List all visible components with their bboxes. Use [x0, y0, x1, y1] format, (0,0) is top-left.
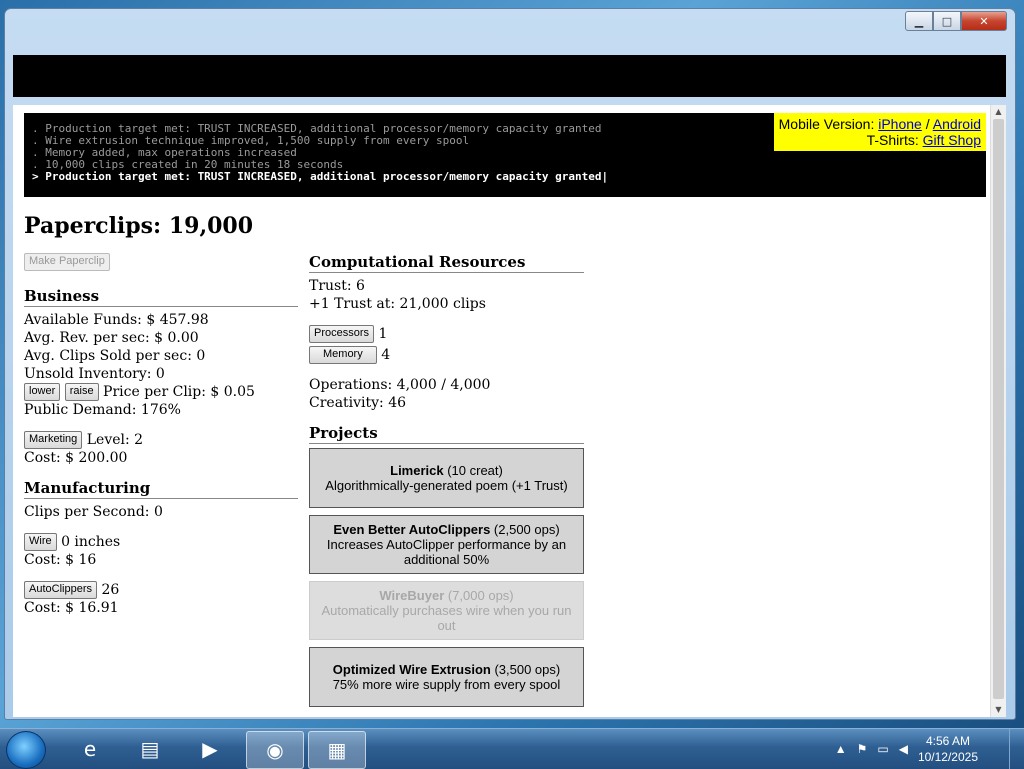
window-caption-buttons: ▁ □ ✕	[905, 11, 1007, 31]
avg-revenue: Avg. Rev. per sec: $ 0.00	[24, 330, 199, 346]
promo-separator: /	[925, 116, 930, 132]
project-name: WireBuyer	[379, 588, 445, 603]
action-center-icon[interactable]: ⚑	[857, 742, 868, 756]
start-button[interactable]	[6, 731, 46, 769]
public-demand: Public Demand: 176%	[24, 402, 181, 418]
taskbar: e ▤ ▶ ◉ ▦ ▲ ⚑ ▭ ◀ 4:56 AM 10/12/2025	[0, 728, 1024, 769]
volume-icon[interactable]: ◀	[899, 742, 908, 756]
browser-toolbar	[13, 55, 1006, 97]
wire-button[interactable]: Wire	[24, 533, 57, 551]
marketing-cost: Cost: $ 200.00	[24, 450, 128, 466]
business-header: Business	[24, 287, 298, 307]
wire-cost: Cost: $ 16	[24, 552, 97, 568]
creativity-value: Creativity: 46	[309, 395, 407, 411]
computational-header: Computational Resources	[309, 253, 584, 273]
promo-box: Mobile Version: iPhone / Android T-Shirt…	[774, 113, 986, 151]
file-explorer-icon[interactable]: ▤	[122, 731, 178, 767]
available-funds: Available Funds: $ 457.98	[24, 312, 209, 328]
lower-price-button[interactable]: lower	[24, 383, 61, 401]
project-cost: (7,000 ops)	[444, 588, 514, 603]
marketing-button[interactable]: Marketing	[24, 431, 83, 449]
unsold-inventory: Unsold Inventory: 0	[24, 366, 165, 382]
wire-amount: 0 inches	[61, 534, 121, 550]
clock-date: 10/12/2025	[917, 750, 978, 764]
tray-expand-icon[interactable]: ▲	[835, 742, 847, 756]
gift-shop-link[interactable]: Gift Shop	[923, 132, 981, 148]
show-desktop-button[interactable]	[1009, 729, 1024, 769]
autoclippers-button[interactable]: AutoClippers	[24, 581, 97, 599]
avg-clips-sold: Avg. Clips Sold per sec: 0	[24, 348, 206, 364]
browser-taskbar-icon[interactable]: ◉	[246, 731, 304, 769]
project-name: Even Better AutoClippers	[333, 522, 491, 537]
project-desc: Increases AutoClipper performance by an …	[326, 537, 567, 567]
vertical-scrollbar[interactable]: ▲ ▼	[990, 105, 1006, 717]
project-cost: (3,500 ops)	[490, 662, 561, 677]
android-link[interactable]: Android	[933, 116, 981, 132]
console-log: . Production target met: TRUST INCREASED…	[24, 113, 986, 197]
project-desc: Algorithmically-generated poem (+1 Trust…	[325, 478, 568, 493]
page-content: . Production target met: TRUST INCREASED…	[13, 105, 1006, 717]
system-tray: ▲ ⚑ ▭ ◀ 4:56 AM 10/12/2025	[835, 733, 978, 765]
project-even-better-autoclippers[interactable]: Even Better AutoClippers (2,500 ops) Inc…	[309, 515, 584, 574]
minimize-icon[interactable]: ▁	[905, 11, 933, 31]
autoclippers-cost: Cost: $ 16.91	[24, 600, 119, 616]
project-desc: 75% more wire supply from every spool	[332, 677, 561, 692]
project-limerick[interactable]: Limerick (10 creat) Algorithmically-gene…	[309, 448, 584, 508]
page-title: Paperclips: 19,000	[24, 213, 254, 239]
projects-header: Projects	[309, 424, 584, 444]
scroll-down-icon[interactable]: ▼	[991, 703, 1006, 717]
manufacturing-header: Manufacturing	[24, 479, 298, 499]
mobile-label: Mobile Version:	[778, 116, 875, 132]
scroll-up-icon[interactable]: ▲	[991, 105, 1006, 119]
console-lines: . Production target met: TRUST INCREASED…	[32, 123, 608, 183]
project-name: Limerick	[390, 463, 444, 478]
scroll-thumb[interactable]	[993, 119, 1004, 699]
maximize-icon[interactable]: □	[933, 11, 961, 31]
raise-price-button[interactable]: raise	[64, 383, 99, 401]
processors-count: 1	[378, 326, 388, 342]
processors-button[interactable]: Processors	[309, 325, 375, 343]
memory-button[interactable]: Memory	[309, 346, 377, 364]
clock-time: 4:56 AM	[925, 734, 970, 748]
network-icon[interactable]: ▭	[877, 742, 888, 756]
trust-value: Trust: 6	[309, 278, 365, 294]
next-trust: +1 Trust at: 21,000 clips	[309, 296, 486, 312]
price-per-clip: Price per Clip: $ 0.05	[103, 384, 255, 400]
clips-per-second: Clips per Second: 0	[24, 504, 163, 520]
close-icon[interactable]: ✕	[961, 11, 1007, 31]
media-player-icon[interactable]: ▶	[182, 731, 238, 767]
project-cost: (2,500 ops)	[490, 522, 560, 537]
iphone-link[interactable]: iPhone	[878, 116, 922, 132]
operations-value: Operations: 4,000 / 4,000	[309, 377, 491, 393]
left-column: Make Paperclip Business Available Funds:…	[24, 253, 298, 617]
tshirts-label: T-Shirts:	[866, 132, 919, 148]
make-paperclip-button[interactable]: Make Paperclip	[24, 253, 110, 271]
project-name: Optimized Wire Extrusion	[332, 662, 491, 677]
project-desc: Automatically purchases wire when you ru…	[321, 603, 572, 633]
clock[interactable]: 4:56 AM 10/12/2025	[918, 733, 978, 765]
autoclippers-count: 26	[101, 582, 120, 598]
console-current-line: > Production target met: TRUST INCREASED…	[32, 170, 609, 183]
project-wirebuyer[interactable]: WireBuyer (7,000 ops) Automatically purc…	[309, 581, 584, 640]
project-optimized-wire-extrusion[interactable]: Optimized Wire Extrusion (3,500 ops) 75%…	[309, 647, 584, 707]
internet-explorer-icon[interactable]: e	[62, 731, 118, 767]
middle-column: Computational Resources Trust: 6 +1 Trus…	[309, 253, 584, 714]
browser-window: ▁ □ ✕ . Production target met: TRUST INC…	[4, 8, 1016, 720]
marketing-level: Level: 2	[86, 432, 144, 448]
control-panel-taskbar-icon[interactable]: ▦	[308, 731, 366, 769]
memory-count: 4	[381, 347, 391, 363]
project-cost: (10 creat)	[443, 463, 503, 478]
